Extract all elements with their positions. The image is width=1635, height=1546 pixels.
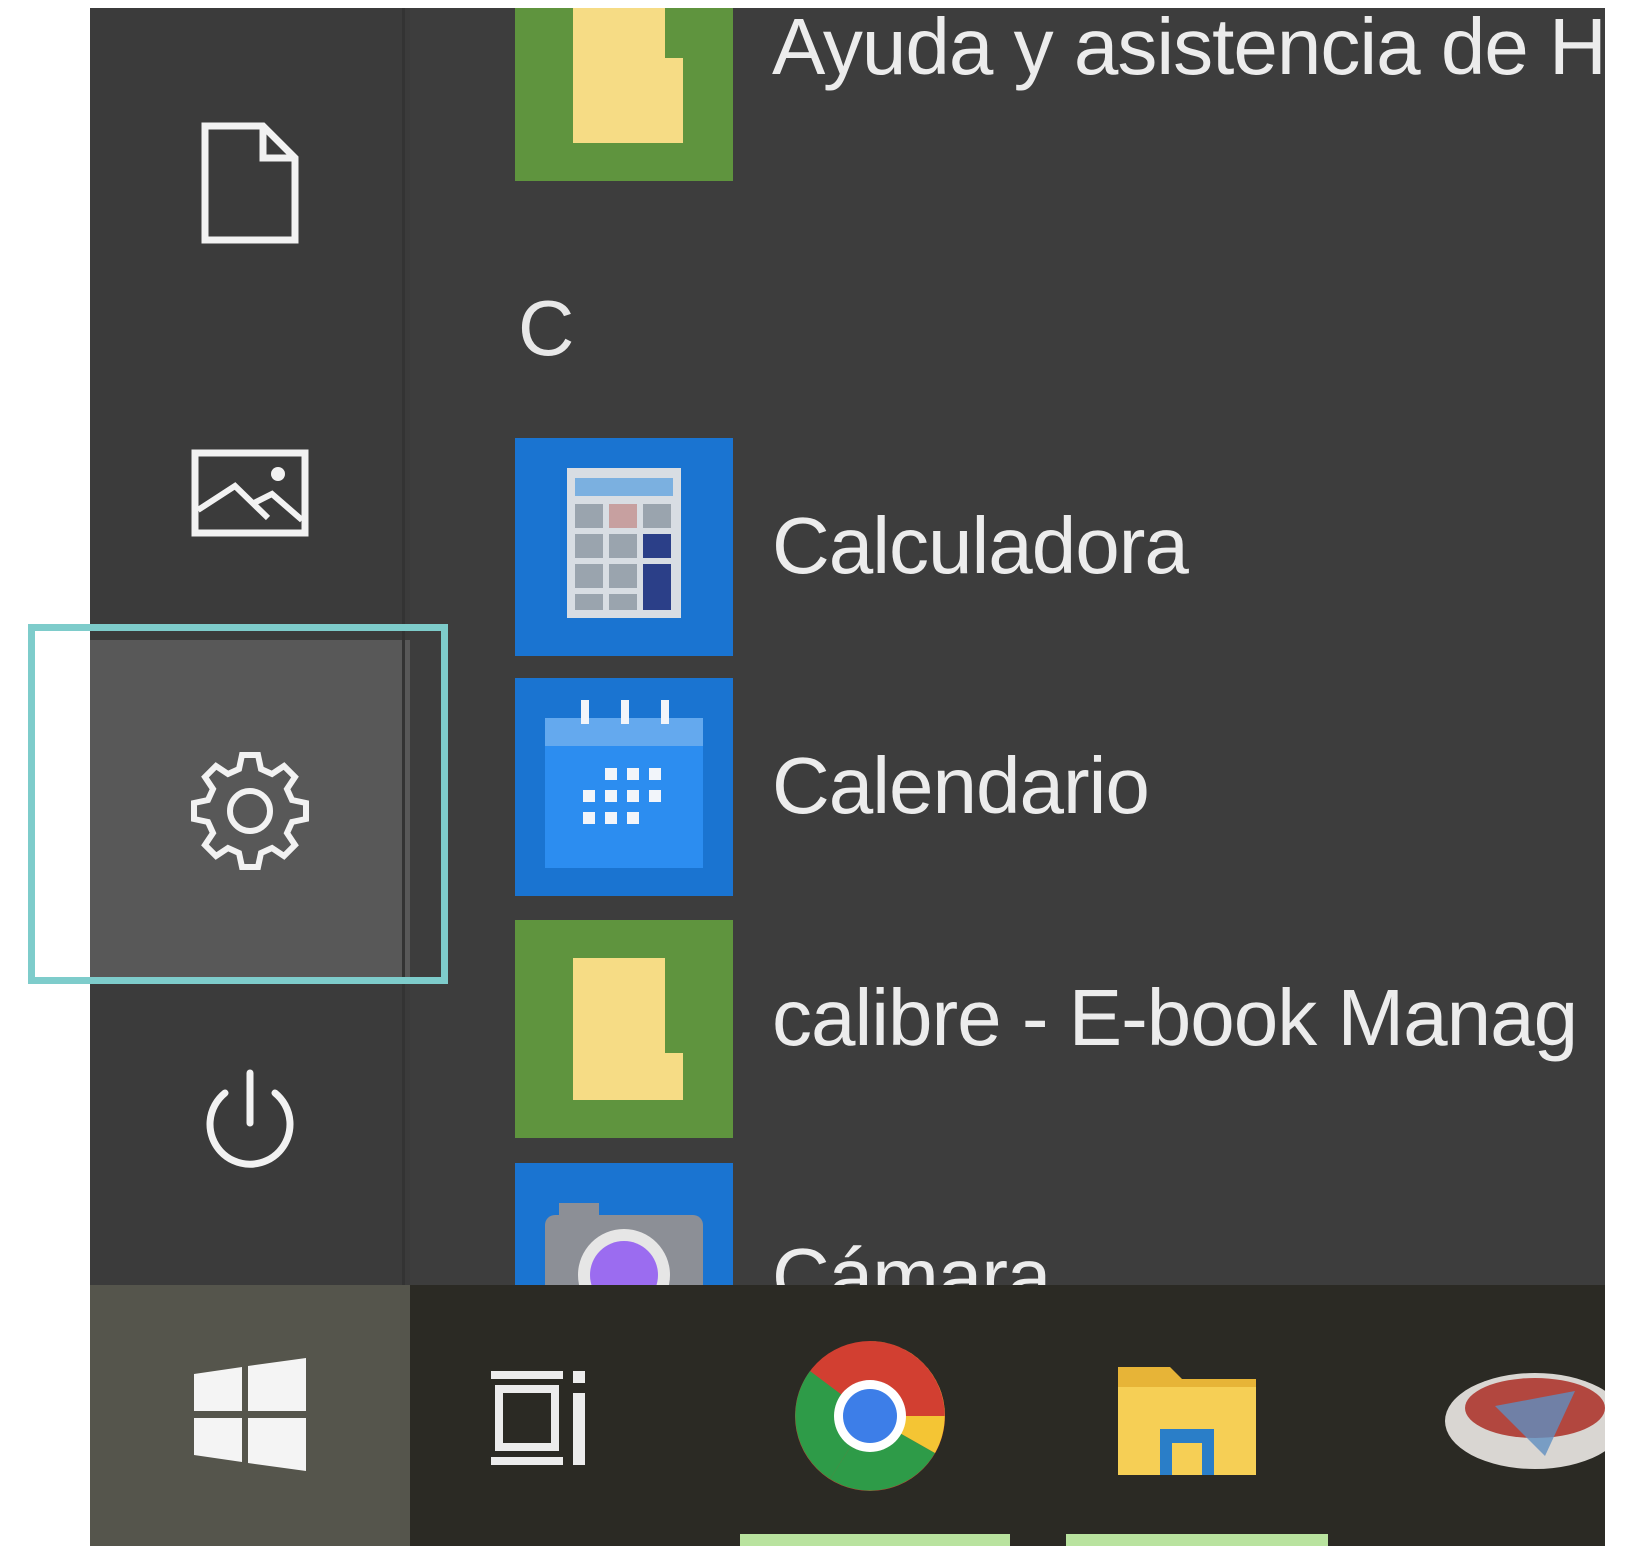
list-item[interactable]: Ayuda y asistencia de H — [410, 8, 1605, 181]
file-explorer-icon — [1118, 1366, 1256, 1475]
app-label: calibre - E-book Manag — [772, 973, 1578, 1062]
rail-divider — [402, 8, 405, 1285]
section-header-letter[interactable]: C — [518, 283, 574, 374]
list-item[interactable]: calibre - E-book Manag — [410, 920, 1605, 1138]
power-icon — [206, 1069, 294, 1168]
running-indicator — [740, 1534, 1010, 1546]
taskbar-chrome[interactable] — [740, 1285, 1010, 1546]
taskbar-file-explorer[interactable] — [1066, 1285, 1328, 1546]
app-label: Ayuda y asistencia de H — [772, 8, 1605, 91]
taskbar-app-partial[interactable] — [1425, 1285, 1605, 1546]
list-item[interactable]: Cámara — [410, 1163, 1605, 1285]
app-icon-partial — [1445, 1372, 1605, 1469]
calculator-icon — [515, 438, 733, 656]
list-item[interactable]: Calculadora — [410, 438, 1605, 656]
task-view-icon — [491, 1370, 585, 1465]
start-button[interactable] — [90, 1285, 410, 1546]
settings-button[interactable] — [90, 640, 410, 982]
task-view-button[interactable] — [480, 1285, 610, 1546]
documents-button[interactable] — [90, 68, 410, 298]
app-label: Cámara — [772, 1232, 1052, 1285]
gear-icon — [191, 752, 309, 870]
list-item[interactable]: Calendario — [410, 678, 1605, 896]
power-button[interactable] — [90, 1008, 410, 1238]
pictures-button[interactable] — [90, 383, 410, 603]
app-label: Calculadora — [772, 501, 1189, 590]
start-menu-screen: Ayuda y asistencia de H C Calculadora Ca… — [90, 8, 1605, 1546]
chrome-icon — [795, 1340, 945, 1491]
windows-start-icon — [194, 1358, 306, 1471]
app-list: Ayuda y asistencia de H C Calculadora Ca… — [410, 8, 1605, 1285]
calendar-icon — [515, 678, 733, 896]
taskbar — [90, 1285, 1605, 1546]
folder-tile-icon — [515, 920, 733, 1138]
document-icon — [201, 122, 299, 244]
pictures-icon — [191, 449, 309, 537]
camera-icon — [515, 1163, 733, 1285]
app-label: Calendario — [772, 741, 1150, 830]
running-indicator — [1066, 1534, 1328, 1546]
folder-tile-icon — [515, 8, 733, 181]
start-menu-rail — [90, 8, 410, 1285]
